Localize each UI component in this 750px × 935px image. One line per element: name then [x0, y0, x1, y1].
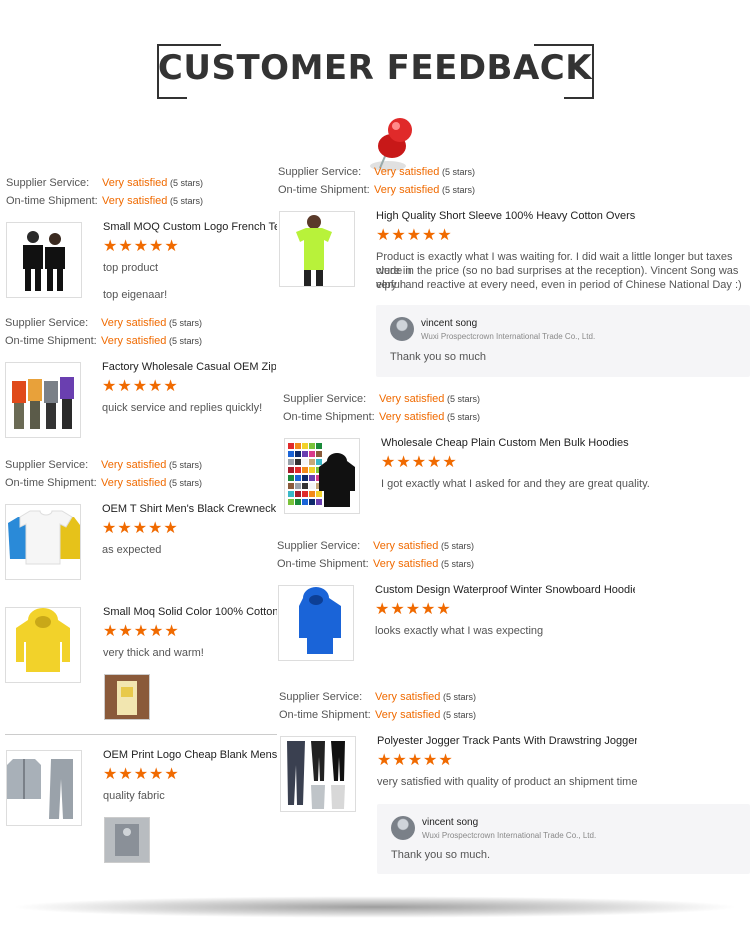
page-title: CUSTOMER FEEDBACK	[157, 48, 593, 88]
color-chart-hoodie-icon[interactable]	[284, 438, 360, 514]
star-rating: ★★★★★	[103, 766, 180, 783]
review-text: looks exactly what I was expecting	[375, 625, 544, 637]
star-rating: ★★★★★	[377, 752, 454, 769]
supplier-service-row: Supplier Service: Very satisfied (5 star…	[277, 540, 475, 552]
shipment-row: On-time Shipment: Very satisfied (5 star…	[5, 335, 203, 347]
review-line-3: elpful and reactive at every need, even …	[376, 279, 742, 291]
supplier-service-row: Supplier Service: Very satisfied (5 star…	[279, 691, 477, 703]
review-text-2: top eigenaar!	[103, 289, 168, 301]
shipment-row: On-time Shipment: Very satisfied (5 star…	[277, 558, 475, 570]
supplier-service-row: Supplier Service: Very satisfied (5 star…	[283, 393, 481, 405]
reply-company: Wuxi Prospectcrown International Trade C…	[422, 831, 597, 840]
divider	[5, 734, 277, 735]
seller-reply: vincent song Wuxi Prospectcrown Internat…	[377, 804, 750, 874]
shipment-row: On-time Shipment: Very satisfied (5 star…	[6, 195, 204, 207]
review-text: top product	[103, 262, 159, 274]
product-title[interactable]: Polyester Jogger Track Pants With Drawst…	[377, 735, 637, 747]
colored-hoodies-group-icon[interactable]	[5, 362, 81, 438]
bottom-shadow	[10, 896, 740, 918]
black-hoodie-couple-icon[interactable]	[6, 222, 82, 298]
tshirts-icon[interactable]	[5, 504, 81, 580]
product-title[interactable]: Small Moq Solid Color 100% Cotton Y	[103, 606, 277, 618]
supplier-service-row: Supplier Service: Very satisfied (5 star…	[6, 177, 204, 189]
grey-tracksuit-icon[interactable]	[6, 750, 82, 826]
supplier-service-row: Supplier Service: Very satisfied (5 star…	[5, 459, 203, 471]
product-title[interactable]: Custom Design Waterproof Winter Snowboar…	[375, 584, 635, 596]
star-rating: ★★★★★	[103, 238, 180, 255]
product-title[interactable]: Factory Wholesale Casual OEM Zipper	[102, 361, 276, 373]
supplier-service-row: Supplier Service: Very satisfied (5 star…	[278, 166, 476, 178]
avatar	[391, 816, 415, 840]
jogger-pants-icon[interactable]	[280, 736, 356, 812]
review-text: quality fabric	[103, 790, 165, 802]
reply-company: Wuxi Prospectcrown International Trade C…	[421, 332, 596, 341]
star-rating: ★★★★★	[381, 454, 458, 471]
shipment-row: On-time Shipment: Very satisfied (5 star…	[278, 184, 476, 196]
review-text: quick service and replies quickly!	[102, 402, 263, 414]
reply-text: Thank you so much	[390, 351, 486, 363]
reply-text: Thank you so much.	[391, 849, 491, 861]
review-text: I got exactly what I asked for and they …	[381, 478, 650, 490]
star-rating: ★★★★★	[376, 227, 453, 244]
product-title[interactable]: OEM T Shirt Men's Black Crewneck T-Sh	[102, 503, 276, 515]
review-photo-icon[interactable]	[104, 674, 150, 720]
star-rating: ★★★★★	[375, 601, 452, 618]
reply-name: vincent song	[422, 817, 479, 828]
star-rating: ★★★★★	[103, 623, 180, 640]
shipment-row: On-time Shipment: Very satisfied (5 star…	[279, 709, 477, 721]
shipment-row: On-time Shipment: Very satisfied (5 star…	[283, 411, 481, 423]
review-photo-icon[interactable]	[104, 817, 150, 863]
supplier-service-row: Supplier Service: Very satisfied (5 star…	[5, 317, 203, 329]
seller-reply: vincent song Wuxi Prospectcrown Internat…	[376, 305, 750, 377]
star-rating: ★★★★★	[102, 520, 179, 537]
star-rating: ★★★★★	[102, 378, 179, 395]
product-title[interactable]: Wholesale Cheap Plain Custom Men Bulk Ho…	[381, 437, 641, 449]
shipment-row: On-time Shipment: Very satisfied (5 star…	[5, 477, 203, 489]
product-title[interactable]: OEM Print Logo Cheap Blank Mens Tra	[103, 749, 277, 761]
product-title[interactable]: High Quality Short Sleeve 100% Heavy Cot…	[376, 210, 636, 222]
review-text: very thick and warm!	[103, 647, 204, 659]
review-text: as expected	[102, 544, 162, 556]
blue-hoodie-icon[interactable]	[278, 585, 354, 661]
green-tshirt-icon[interactable]	[279, 211, 355, 287]
product-title[interactable]: Small MOQ Custom Logo French Terry	[103, 221, 277, 233]
reply-name: vincent song	[421, 318, 478, 329]
review-text: very satisfied with quality of product a…	[377, 776, 638, 788]
yellow-hoodie-icon[interactable]	[5, 607, 81, 683]
avatar	[390, 317, 414, 341]
